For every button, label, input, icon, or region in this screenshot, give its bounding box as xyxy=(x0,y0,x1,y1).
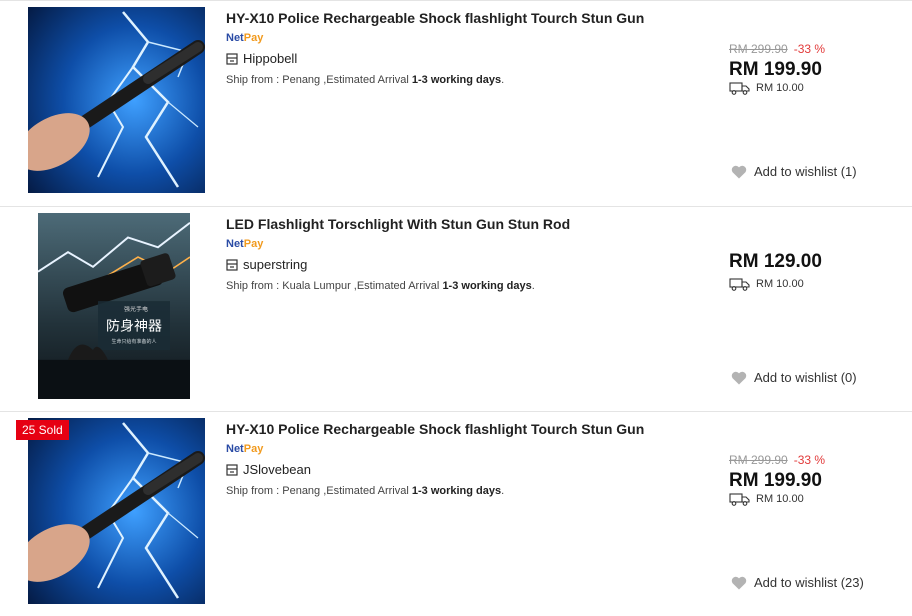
shipping-info: Ship from : Penang ,Estimated Arrival 1-… xyxy=(226,484,706,498)
shipping-fee: RM 10.00 xyxy=(729,81,909,95)
ship-suffix: . xyxy=(501,485,505,497)
product-title[interactable]: LED Flashlight Torschlight With Stun Gun… xyxy=(226,215,706,233)
ship-suffix: . xyxy=(501,74,505,86)
shipping-fee-value: RM 10.00 xyxy=(756,278,804,290)
ship-days: 1-3 working days xyxy=(442,280,532,292)
image-caption-sub: 生命只给有准备的人 xyxy=(112,338,157,345)
original-price-row: RM 299.90 -33 % xyxy=(729,452,909,468)
add-to-wishlist-button[interactable]: Add to wishlist (1) xyxy=(731,164,857,179)
product-image[interactable]: 强光手电 防身神器 生命只给有准备的人 xyxy=(38,213,190,399)
netpay-pay: Pay xyxy=(243,32,264,44)
current-price: RM 129.00 xyxy=(729,251,822,272)
ship-suffix: . xyxy=(531,280,535,292)
shop-icon xyxy=(226,53,238,65)
shop-icon xyxy=(226,259,238,271)
ship-text: Ship from : Kuala Lumpur ,Estimated Arri… xyxy=(226,280,443,292)
image-caption-main: 防身神器 xyxy=(106,319,162,335)
netpay-badge: NetPay xyxy=(226,442,706,456)
product-row: HY-X10 Police Rechargeable Shock flashli… xyxy=(0,0,912,205)
shop-name: Hippobell xyxy=(243,51,298,66)
product-title[interactable]: HY-X10 Police Rechargeable Shock flashli… xyxy=(226,420,706,438)
product-image[interactable] xyxy=(28,418,205,604)
shop-link[interactable]: Hippobell xyxy=(226,51,706,67)
original-price: RM 299.90 xyxy=(729,42,788,56)
heart-icon xyxy=(731,576,747,589)
heart-icon xyxy=(731,165,747,178)
shipping-fee-value: RM 10.00 xyxy=(756,493,804,505)
truck-icon xyxy=(729,82,750,95)
ship-text: Ship from : Penang ,Estimated Arrival xyxy=(226,74,412,86)
product-info: HY-X10 Police Rechargeable Shock flashli… xyxy=(226,420,706,498)
add-to-wishlist-button[interactable]: Add to wishlist (0) xyxy=(731,370,857,385)
product-title[interactable]: HY-X10 Police Rechargeable Shock flashli… xyxy=(226,9,706,27)
netpay-net: Net xyxy=(226,443,244,455)
ship-days: 1-3 working days xyxy=(411,485,502,497)
wishlist-label: Add to wishlist (0) xyxy=(754,370,857,385)
add-to-wishlist-button[interactable]: Add to wishlist (23) xyxy=(731,575,864,590)
netpay-net: Net xyxy=(226,32,244,44)
discount-badge: -33 % xyxy=(793,453,826,467)
original-price: RM 299.90 xyxy=(729,453,788,467)
shipping-info: Ship from : Kuala Lumpur ,Estimated Arri… xyxy=(226,279,706,293)
product-info: HY-X10 Police Rechargeable Shock flashli… xyxy=(226,9,706,87)
shop-icon xyxy=(226,464,238,476)
ship-days: 1-3 working days xyxy=(411,74,502,86)
price-block: RM 129.00 RM 10.00 xyxy=(729,251,909,291)
image-caption-top: 强光手电 xyxy=(124,305,148,313)
netpay-pay: Pay xyxy=(243,238,264,250)
price-block: RM 299.90 -33 % RM 199.90 RM 10.00 xyxy=(729,41,909,95)
sold-count-badge: 25 Sold xyxy=(16,420,69,440)
shipping-fee-value: RM 10.00 xyxy=(756,82,804,94)
original-price-row: RM 299.90 -33 % xyxy=(729,41,909,57)
netpay-badge: NetPay xyxy=(226,31,706,45)
shop-link[interactable]: JSlovebean xyxy=(226,462,706,478)
price-block: RM 299.90 -33 % RM 199.90 RM 10.00 xyxy=(729,452,909,506)
shop-name: superstring xyxy=(243,257,308,272)
product-list: HY-X10 Police Rechargeable Shock flashli… xyxy=(0,0,912,614)
shop-link[interactable]: superstring xyxy=(226,257,706,273)
current-price: RM 199.90 xyxy=(729,59,822,80)
truck-icon xyxy=(729,493,750,506)
product-row: 25 Sold HY-X10 Police Rechargeable Shock… xyxy=(0,411,912,616)
discount-badge: -33 % xyxy=(793,42,826,56)
product-row: 强光手电 防身神器 生命只给有准备的人 LED Flashlight Torsc… xyxy=(0,206,912,411)
netpay-net: Net xyxy=(226,238,244,250)
truck-icon xyxy=(729,278,750,291)
current-price: RM 199.90 xyxy=(729,470,822,491)
netpay-pay: Pay xyxy=(243,443,264,455)
product-image[interactable] xyxy=(28,7,205,193)
shipping-info: Ship from : Penang ,Estimated Arrival 1-… xyxy=(226,73,706,87)
wishlist-label: Add to wishlist (23) xyxy=(754,575,864,590)
wishlist-label: Add to wishlist (1) xyxy=(754,164,857,179)
shop-name: JSlovebean xyxy=(243,462,311,477)
ship-text: Ship from : Penang ,Estimated Arrival xyxy=(226,485,412,497)
product-info: LED Flashlight Torschlight With Stun Gun… xyxy=(226,215,706,293)
netpay-badge: NetPay xyxy=(226,237,706,251)
heart-icon xyxy=(731,371,747,384)
shipping-fee: RM 10.00 xyxy=(729,492,909,506)
shipping-fee: RM 10.00 xyxy=(729,277,909,291)
